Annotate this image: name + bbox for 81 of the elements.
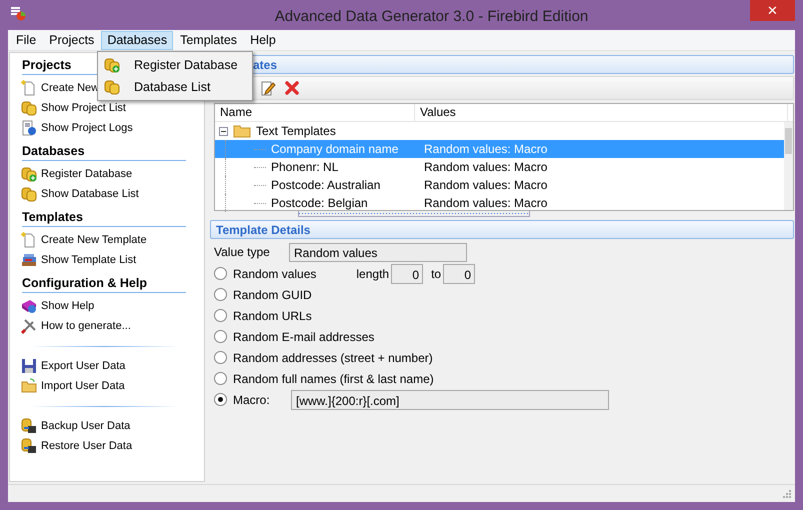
menu-item[interactable]: Templates [174,30,244,50]
value-type-field[interactable]: Random values [289,242,467,262]
section-heading: Databases [22,143,186,161]
info-document-icon [21,120,37,136]
input-field[interactable]: 0 [443,264,476,284]
tree-row[interactable]: Postcode: Australian Random values: Macro [215,176,784,194]
option-label[interactable]: Random values [233,266,316,280]
help-book-icon [21,298,37,314]
menu-item[interactable]: Database List [98,76,252,98]
radio-button[interactable] [214,330,227,343]
sidebar-link[interactable]: Show Project Logs [41,122,133,134]
radio-button[interactable] [214,309,227,322]
book-stack-icon [21,252,37,268]
option-label[interactable]: Random URLs [233,308,312,322]
radio-button[interactable] [214,351,227,364]
radio-button[interactable] [214,393,227,406]
input-field[interactable]: 0 [391,264,424,284]
tree-label[interactable]: Text Templates [256,124,336,138]
database-icon [21,100,37,116]
tree-label: Postcode: Belgian [271,196,368,210]
field-label: to [431,266,442,280]
tree-row[interactable]: Phonenr: NL Random values: Macro [215,158,784,176]
new-document-icon [21,232,37,248]
macro-field[interactable]: [www.]{200:r}[.com] [291,390,609,410]
radio-button[interactable] [214,288,227,301]
table-cell-text: Random values: Macro [423,160,548,174]
database-disk-icon [21,438,37,454]
radio-button[interactable] [214,372,227,385]
delete-icon[interactable] [283,79,301,97]
sidebar-link[interactable]: Show Database List [41,188,139,200]
sidebar-link[interactable]: Restore User Data [41,440,132,452]
sidebar-link[interactable]: Backup User Data [41,420,130,432]
database-disk-icon [21,418,37,434]
table-cell-text: Random values: Macro [423,196,548,210]
database-icon [21,186,37,202]
sidebar-link[interactable]: How to generate... [41,320,131,332]
table-cell-text: Random values: Macro [423,178,548,192]
menu-item[interactable]: Help [244,30,282,50]
sidebar-link[interactable]: Import User Data [41,380,125,392]
menu-item[interactable]: File [10,30,42,50]
option-label[interactable]: Random addresses (street + number) [233,350,433,364]
menu-item[interactable]: Databases [101,30,174,50]
column-header[interactable]: Name [215,104,415,121]
table-cell-text: Random values: Macro [423,142,548,156]
tree-label: Postcode: Australian [271,178,380,192]
sidebar-link[interactable]: Create New Template [41,234,147,246]
sidebar-link[interactable]: Show Help [41,300,94,312]
database-icon [104,79,120,95]
sidebar-link[interactable]: Show Template List [41,254,136,266]
tools-icon [21,318,37,334]
folder-icon [233,124,251,138]
tree-label: Phonenr: NL [271,160,338,174]
panel-title: Template Details [215,222,310,236]
field-label: length [356,266,390,280]
app-logo-icon [10,5,26,21]
folder-icon [21,378,37,394]
sidebar-link[interactable]: Register Database [41,168,132,180]
resize-grip-icon [783,490,792,499]
collapse-icon[interactable] [219,126,228,136]
tree-row[interactable]: Postcode: Belgian Random values: Macro [215,194,784,212]
database-icon [104,57,120,73]
section-heading: Templates [22,209,186,227]
window-title: Advanced Data Generator 3.0 - Firebird Edition [274,8,588,24]
section-heading: Configuration & Help [22,275,186,293]
sidebar-link[interactable]: Export User Data [41,360,126,372]
column-header[interactable]: Values [415,104,788,121]
tree-label: Company domain name [271,142,398,156]
menu-item[interactable]: Projects [43,30,100,50]
new-document-icon [21,80,37,96]
option-label[interactable]: Random E-mail addresses [233,330,374,344]
database-icon [21,166,37,182]
splitter-handle[interactable] [298,211,530,217]
sidebar-link[interactable]: Show Project List [41,102,126,114]
edit-icon[interactable] [259,79,277,97]
close-button[interactable]: ✕ [750,0,795,21]
option-label[interactable]: Random GUID [233,288,312,302]
option-label[interactable]: Macro: [233,392,291,406]
field-label: Value type [214,245,271,259]
option-label[interactable]: Random full names (first & last name) [233,372,434,386]
scrollbar[interactable] [784,122,793,210]
radio-button[interactable] [214,267,227,280]
